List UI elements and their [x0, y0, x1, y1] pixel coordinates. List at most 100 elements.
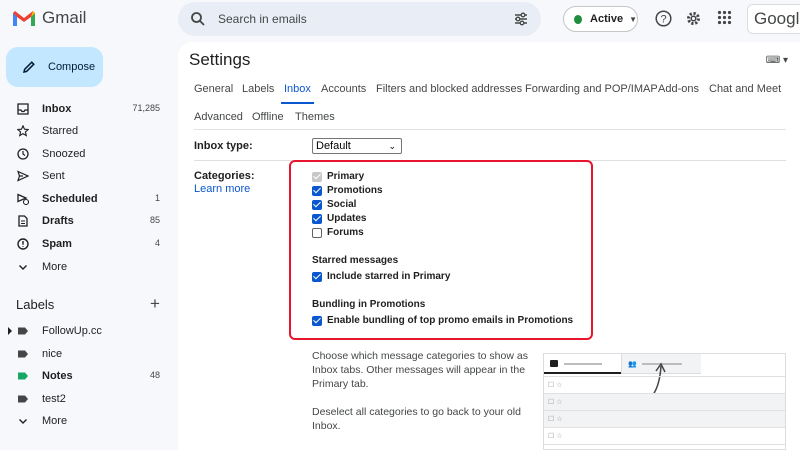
search-options-icon[interactable]: [513, 11, 529, 27]
tab-offline[interactable]: Offline: [252, 111, 284, 123]
star-icon: [17, 125, 29, 137]
search-icon[interactable]: [190, 11, 206, 27]
chevron-down-icon: [19, 419, 27, 424]
include-starred-checkbox[interactable]: [312, 271, 322, 282]
tab-inbox[interactable]: Inbox: [284, 83, 311, 95]
sidebar-item-snoozed[interactable]: Snoozed: [0, 143, 170, 165]
checkbox-label: Social: [327, 199, 357, 210]
checkbox-label: Updates: [327, 213, 367, 224]
top-bar: Gmail Search in emails Active ▼ ? Googl: [0, 0, 800, 38]
sidebar-item-starred[interactable]: Starred: [0, 120, 170, 142]
sidebar-item-label: Scheduled: [42, 193, 98, 205]
bundling-checkbox[interactable]: [312, 315, 322, 326]
sidebar-item-drafts[interactable]: Drafts 85: [0, 210, 170, 232]
description-line: Deselect all categories to go back to yo…: [312, 406, 521, 418]
keyboard-icon[interactable]: ⌨ ▾: [766, 55, 788, 66]
tab-accounts[interactable]: Accounts: [321, 83, 366, 95]
learn-more-link[interactable]: Learn more: [194, 183, 250, 195]
search-input[interactable]: Search in emails: [218, 12, 307, 26]
sidebar-item-scheduled[interactable]: Scheduled 1: [0, 188, 170, 210]
preview-row: ☐ ☆: [544, 427, 785, 444]
label-item-test2[interactable]: test2: [0, 388, 170, 410]
sidebar-item-sent[interactable]: Sent: [0, 165, 170, 187]
preview-people-icon: 👥: [628, 361, 637, 368]
promotions-checkbox[interactable]: [312, 185, 322, 196]
categories-description: Choose which message categories to show …: [312, 349, 528, 391]
sidebar-item-spam[interactable]: Spam 4: [0, 233, 170, 255]
labels-more[interactable]: More: [0, 410, 170, 432]
pencil-icon: [22, 61, 35, 74]
social-checkbox[interactable]: [312, 199, 322, 210]
expand-arrow-icon[interactable]: [8, 327, 12, 335]
clock-icon: [17, 148, 29, 160]
inbox-type-label: Inbox type:: [194, 140, 253, 152]
sidebar-item-label: Inbox: [42, 103, 72, 115]
label-name: FollowUp.cc: [42, 325, 102, 337]
label-item-followup[interactable]: FollowUp.cc: [0, 320, 170, 342]
spam-count: 4: [154, 238, 160, 248]
search-bar[interactable]: Search in emails: [178, 2, 541, 36]
preview-row-icons: ☐ ☆: [548, 416, 563, 423]
description-line: Inbox.: [312, 420, 341, 432]
tab-themes[interactable]: Themes: [295, 111, 335, 123]
bundling-option[interactable]: Enable bundling of top promo emails in P…: [312, 314, 573, 327]
label-name: More: [42, 415, 68, 427]
sidebar-item-label: Drafts: [42, 215, 74, 227]
include-starred-option[interactable]: Include starred in Primary: [312, 270, 450, 283]
inbox-icon: [17, 103, 29, 115]
apps-grid-icon[interactable]: [717, 10, 732, 25]
inbox-count: 71,285: [132, 103, 160, 113]
chevron-down-icon: [19, 265, 27, 270]
category-social[interactable]: Social: [312, 198, 356, 211]
settings-panel: Settings ⌨ ▾ General Labels Inbox Accoun…: [178, 42, 800, 450]
preview-row: [544, 444, 785, 449]
preview-tab-primary: [544, 354, 621, 374]
preview-row: ☐ ☆: [544, 376, 785, 393]
tab-labels[interactable]: Labels: [242, 83, 274, 95]
category-forums[interactable]: Forums: [312, 226, 364, 239]
inbox-type-value: Default: [316, 140, 351, 152]
checkbox-label: Enable bundling of top promo emails in P…: [327, 315, 574, 326]
tab-forwarding[interactable]: Forwarding and POP/IMAP: [525, 83, 658, 95]
label-name: test2: [42, 393, 66, 405]
bundling-heading: Bundling in Promotions: [312, 299, 426, 310]
sidebar-item-label: More: [42, 261, 68, 273]
scheduled-count: 1: [154, 193, 160, 203]
updates-checkbox[interactable]: [312, 213, 322, 224]
category-promotions[interactable]: Promotions: [312, 184, 383, 197]
preview-row: ☐ ☆: [544, 393, 785, 410]
inbox-type-select[interactable]: Default ⌄: [312, 138, 402, 154]
sidebar-item-label: Starred: [42, 125, 79, 137]
tab-chat-meet[interactable]: Chat and Meet: [709, 83, 781, 95]
labels-heading: Labels: [16, 297, 55, 312]
help-icon[interactable]: ?: [655, 10, 672, 27]
preview-inbox-icon: [550, 360, 558, 367]
tab-filters[interactable]: Filters and blocked addresses: [376, 83, 522, 95]
drafts-count: 85: [149, 215, 160, 225]
status-dropdown[interactable]: Active ▼: [563, 6, 638, 32]
preview-row-icons: ☐ ☆: [548, 433, 563, 440]
preview-placeholder-bar: [564, 363, 602, 365]
add-label-icon[interactable]: +: [150, 294, 160, 314]
compose-button[interactable]: Compose: [6, 47, 103, 87]
tab-general[interactable]: General: [194, 83, 233, 95]
gmail-logo-text: Gmail: [42, 8, 87, 27]
tab-addons[interactable]: Add-ons: [658, 83, 699, 95]
forums-checkbox[interactable]: [312, 227, 322, 238]
sidebar-item-more[interactable]: More: [0, 256, 170, 278]
label-item-notes[interactable]: Notes 48: [0, 365, 170, 387]
label-item-nice[interactable]: nice: [0, 343, 170, 365]
deselect-description: Deselect all categories to go back to yo…: [312, 405, 521, 433]
settings-gear-icon[interactable]: [685, 10, 702, 27]
gmail-logo[interactable]: Gmail: [12, 8, 86, 28]
category-updates[interactable]: Updates: [312, 212, 366, 225]
sidebar-item-label: Spam: [42, 238, 72, 250]
sidebar-item-inbox[interactable]: Inbox 71,285: [0, 98, 170, 120]
google-account-button[interactable]: Google: [747, 4, 800, 34]
categories-label: Categories:: [194, 170, 255, 182]
draft-file-icon: [18, 215, 28, 227]
tab-advanced[interactable]: Advanced: [194, 111, 243, 123]
preview-row-icons: ☐ ☆: [548, 382, 563, 389]
status-label: Active: [590, 13, 624, 25]
caret-down-icon: ▼: [629, 14, 637, 24]
